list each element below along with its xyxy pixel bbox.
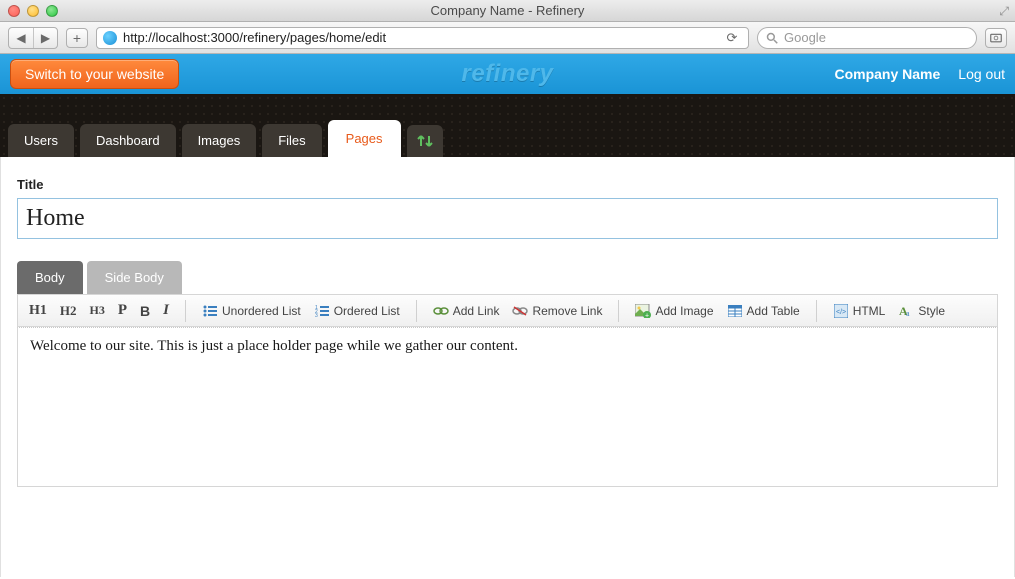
- bullet-list-icon: [202, 303, 218, 319]
- bold-button[interactable]: B: [135, 300, 155, 322]
- editor-content-area[interactable]: Welcome to our site. This is just a plac…: [17, 327, 998, 487]
- svg-text:</>: </>: [836, 309, 846, 316]
- unordered-list-button[interactable]: Unordered List: [197, 300, 306, 322]
- browser-toolbar: ◀ ▶ + http://localhost:3000/refinery/pag…: [0, 22, 1015, 54]
- window-title: Company Name - Refinery: [0, 3, 1015, 18]
- bookmarks-button[interactable]: [985, 28, 1007, 48]
- heading2-button[interactable]: H2: [55, 300, 82, 322]
- body-tab[interactable]: Body: [17, 261, 83, 294]
- unlink-icon: [512, 303, 528, 319]
- html-button[interactable]: </> HTML: [828, 300, 891, 322]
- numbered-list-icon: 123: [314, 303, 330, 319]
- reload-button[interactable]: ⟳: [722, 28, 742, 48]
- style-icon: Aa: [898, 303, 914, 319]
- ordered-list-button[interactable]: 123 Ordered List: [309, 300, 405, 322]
- style-button[interactable]: Aa Style: [893, 300, 950, 322]
- svg-text:+: +: [645, 312, 649, 318]
- title-label: Title: [17, 177, 998, 192]
- page-editor: Title Body Side Body H1 H2 H3 P B I Unor…: [0, 157, 1015, 577]
- url-text: http://localhost:3000/refinery/pages/hom…: [123, 30, 386, 45]
- tab-users[interactable]: Users: [8, 124, 74, 157]
- remove-link-button[interactable]: Remove Link: [507, 300, 607, 322]
- heading1-button[interactable]: H1: [24, 300, 52, 322]
- forward-button[interactable]: ▶: [33, 28, 57, 48]
- tab-pages[interactable]: Pages: [328, 120, 401, 157]
- tab-dashboard[interactable]: Dashboard: [80, 124, 176, 157]
- switch-to-website-button[interactable]: Switch to your website: [10, 59, 179, 89]
- company-name-link[interactable]: Company Name: [834, 66, 940, 82]
- refinery-logo: refinery: [461, 60, 553, 88]
- toolbar-separator: [185, 300, 186, 322]
- html-icon: </>: [833, 303, 849, 319]
- app-header: Switch to your website refinery Company …: [0, 54, 1015, 94]
- italic-button[interactable]: I: [158, 299, 174, 322]
- title-input[interactable]: [17, 198, 998, 239]
- editor-text: Welcome to our site. This is just a plac…: [30, 338, 518, 354]
- tab-files[interactable]: Files: [262, 124, 321, 157]
- svg-text:a: a: [906, 309, 910, 318]
- image-icon: +: [635, 303, 651, 319]
- add-image-button[interactable]: + Add Image: [630, 300, 718, 322]
- site-icon: [103, 31, 117, 45]
- reorder-icon: [417, 134, 433, 148]
- toolbar-separator: [618, 300, 619, 322]
- toolbar-separator: [816, 300, 817, 322]
- reorder-pages-button[interactable]: [407, 125, 443, 157]
- browser-search[interactable]: Google: [757, 27, 977, 49]
- paragraph-button[interactable]: P: [113, 299, 132, 322]
- main-nav: Users Dashboard Images Files Pages: [0, 94, 1015, 157]
- table-icon: [727, 303, 743, 319]
- fullscreen-icon[interactable]: ⤢: [999, 4, 1009, 19]
- search-placeholder: Google: [784, 30, 826, 45]
- svg-text:3: 3: [315, 313, 318, 317]
- toolbar-separator: [416, 300, 417, 322]
- link-icon: [433, 303, 449, 319]
- url-bar[interactable]: http://localhost:3000/refinery/pages/hom…: [96, 27, 749, 49]
- heading3-button[interactable]: H3: [85, 300, 110, 321]
- window-titlebar: Company Name - Refinery ⤢: [0, 0, 1015, 22]
- add-bookmark-button[interactable]: +: [66, 28, 88, 48]
- side-body-tab[interactable]: Side Body: [87, 261, 182, 294]
- add-table-button[interactable]: Add Table: [722, 300, 805, 322]
- editor-toolbar: H1 H2 H3 P B I Unordered List 123 Ordere…: [17, 294, 998, 327]
- add-link-button[interactable]: Add Link: [428, 300, 505, 322]
- logout-link[interactable]: Log out: [958, 66, 1005, 82]
- tab-images[interactable]: Images: [182, 124, 257, 157]
- back-button[interactable]: ◀: [9, 28, 33, 48]
